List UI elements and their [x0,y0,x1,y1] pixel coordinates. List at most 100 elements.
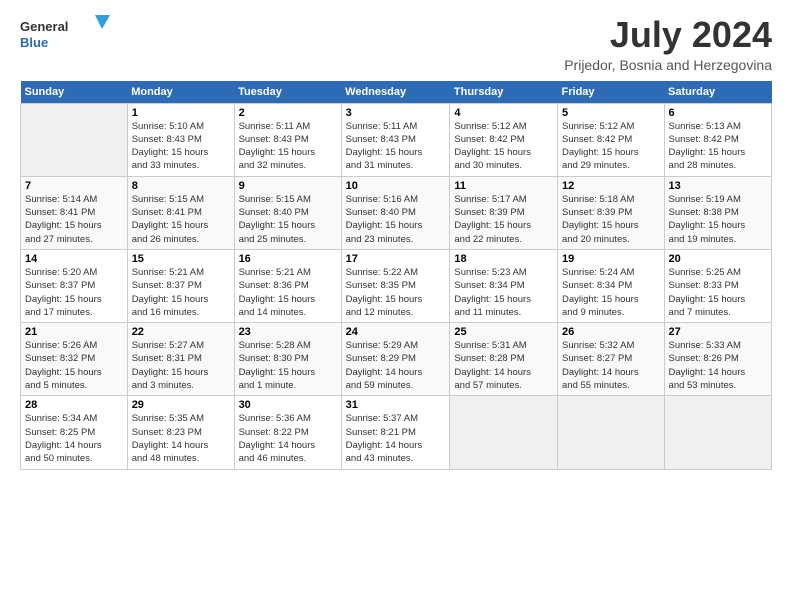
col-thursday: Thursday [450,81,558,104]
col-sunday: Sunday [21,81,128,104]
day-number: 27 [669,326,767,338]
week-row-5: 28Sunrise: 5:34 AMSunset: 8:25 PMDayligh… [21,396,772,469]
day-number: 20 [669,253,767,265]
day-info: Sunrise: 5:10 AMSunset: 8:43 PMDaylight:… [132,120,230,173]
month-title: July 2024 [564,15,772,55]
table-row: 21Sunrise: 5:26 AMSunset: 8:32 PMDayligh… [21,323,128,396]
week-row-3: 14Sunrise: 5:20 AMSunset: 8:37 PMDayligh… [21,249,772,322]
day-info: Sunrise: 5:23 AMSunset: 8:34 PMDaylight:… [454,266,553,319]
day-info: Sunrise: 5:11 AMSunset: 8:43 PMDaylight:… [239,120,337,173]
day-number: 25 [454,326,553,338]
day-info: Sunrise: 5:31 AMSunset: 8:28 PMDaylight:… [454,339,553,392]
day-number: 16 [239,253,337,265]
header-row: Sunday Monday Tuesday Wednesday Thursday… [21,81,772,104]
day-info: Sunrise: 5:12 AMSunset: 8:42 PMDaylight:… [562,120,660,173]
col-friday: Friday [558,81,665,104]
day-info: Sunrise: 5:32 AMSunset: 8:27 PMDaylight:… [562,339,660,392]
table-row: 10Sunrise: 5:16 AMSunset: 8:40 PMDayligh… [341,176,450,249]
day-number: 29 [132,399,230,411]
day-number: 18 [454,253,553,265]
col-wednesday: Wednesday [341,81,450,104]
day-number: 1 [132,107,230,119]
day-number: 5 [562,107,660,119]
day-number: 23 [239,326,337,338]
day-number: 28 [25,399,123,411]
day-info: Sunrise: 5:27 AMSunset: 8:31 PMDaylight:… [132,339,230,392]
week-row-2: 7Sunrise: 5:14 AMSunset: 8:41 PMDaylight… [21,176,772,249]
day-number: 22 [132,326,230,338]
day-info: Sunrise: 5:36 AMSunset: 8:22 PMDaylight:… [239,412,337,465]
table-row: 23Sunrise: 5:28 AMSunset: 8:30 PMDayligh… [234,323,341,396]
day-info: Sunrise: 5:25 AMSunset: 8:33 PMDaylight:… [669,266,767,319]
calendar-table: Sunday Monday Tuesday Wednesday Thursday… [20,81,772,470]
day-number: 2 [239,107,337,119]
day-number: 11 [454,180,553,192]
table-row: 14Sunrise: 5:20 AMSunset: 8:37 PMDayligh… [21,249,128,322]
col-tuesday: Tuesday [234,81,341,104]
day-info: Sunrise: 5:21 AMSunset: 8:36 PMDaylight:… [239,266,337,319]
table-row: 7Sunrise: 5:14 AMSunset: 8:41 PMDaylight… [21,176,128,249]
table-row: 17Sunrise: 5:22 AMSunset: 8:35 PMDayligh… [341,249,450,322]
day-number: 8 [132,180,230,192]
day-number: 21 [25,326,123,338]
day-number: 24 [346,326,446,338]
table-row: 15Sunrise: 5:21 AMSunset: 8:37 PMDayligh… [127,249,234,322]
table-row: 19Sunrise: 5:24 AMSunset: 8:34 PMDayligh… [558,249,665,322]
table-row: 5Sunrise: 5:12 AMSunset: 8:42 PMDaylight… [558,103,665,176]
day-info: Sunrise: 5:24 AMSunset: 8:34 PMDaylight:… [562,266,660,319]
day-number: 7 [25,180,123,192]
day-info: Sunrise: 5:19 AMSunset: 8:38 PMDaylight:… [669,193,767,246]
day-info: Sunrise: 5:17 AMSunset: 8:39 PMDaylight:… [454,193,553,246]
day-info: Sunrise: 5:12 AMSunset: 8:42 PMDaylight:… [454,120,553,173]
day-info: Sunrise: 5:37 AMSunset: 8:21 PMDaylight:… [346,412,446,465]
table-row: 25Sunrise: 5:31 AMSunset: 8:28 PMDayligh… [450,323,558,396]
table-row: 18Sunrise: 5:23 AMSunset: 8:34 PMDayligh… [450,249,558,322]
day-number: 4 [454,107,553,119]
day-info: Sunrise: 5:11 AMSunset: 8:43 PMDaylight:… [346,120,446,173]
table-row [664,396,771,469]
table-row: 12Sunrise: 5:18 AMSunset: 8:39 PMDayligh… [558,176,665,249]
day-number: 12 [562,180,660,192]
day-number: 6 [669,107,767,119]
table-row: 8Sunrise: 5:15 AMSunset: 8:41 PMDaylight… [127,176,234,249]
day-info: Sunrise: 5:22 AMSunset: 8:35 PMDaylight:… [346,266,446,319]
table-row: 4Sunrise: 5:12 AMSunset: 8:42 PMDaylight… [450,103,558,176]
day-info: Sunrise: 5:34 AMSunset: 8:25 PMDaylight:… [25,412,123,465]
svg-text:General: General [20,19,68,34]
day-info: Sunrise: 5:35 AMSunset: 8:23 PMDaylight:… [132,412,230,465]
table-row: 1Sunrise: 5:10 AMSunset: 8:43 PMDaylight… [127,103,234,176]
table-row: 3Sunrise: 5:11 AMSunset: 8:43 PMDaylight… [341,103,450,176]
week-row-4: 21Sunrise: 5:26 AMSunset: 8:32 PMDayligh… [21,323,772,396]
table-row: 22Sunrise: 5:27 AMSunset: 8:31 PMDayligh… [127,323,234,396]
svg-text:Blue: Blue [20,35,48,50]
day-number: 30 [239,399,337,411]
day-info: Sunrise: 5:15 AMSunset: 8:41 PMDaylight:… [132,193,230,246]
col-monday: Monday [127,81,234,104]
day-number: 31 [346,399,446,411]
day-info: Sunrise: 5:28 AMSunset: 8:30 PMDaylight:… [239,339,337,392]
table-row: 13Sunrise: 5:19 AMSunset: 8:38 PMDayligh… [664,176,771,249]
day-info: Sunrise: 5:33 AMSunset: 8:26 PMDaylight:… [669,339,767,392]
table-row: 20Sunrise: 5:25 AMSunset: 8:33 PMDayligh… [664,249,771,322]
logo-svg: General Blue [20,15,110,57]
title-area: July 2024 Prijedor, Bosnia and Herzegovi… [564,15,772,73]
day-number: 3 [346,107,446,119]
day-number: 13 [669,180,767,192]
day-info: Sunrise: 5:13 AMSunset: 8:42 PMDaylight:… [669,120,767,173]
day-number: 17 [346,253,446,265]
day-number: 19 [562,253,660,265]
location-title: Prijedor, Bosnia and Herzegovina [564,57,772,73]
day-info: Sunrise: 5:14 AMSunset: 8:41 PMDaylight:… [25,193,123,246]
day-info: Sunrise: 5:18 AMSunset: 8:39 PMDaylight:… [562,193,660,246]
table-row: 24Sunrise: 5:29 AMSunset: 8:29 PMDayligh… [341,323,450,396]
table-row: 31Sunrise: 5:37 AMSunset: 8:21 PMDayligh… [341,396,450,469]
day-number: 10 [346,180,446,192]
table-row: 2Sunrise: 5:11 AMSunset: 8:43 PMDaylight… [234,103,341,176]
day-number: 15 [132,253,230,265]
day-info: Sunrise: 5:16 AMSunset: 8:40 PMDaylight:… [346,193,446,246]
table-row: 27Sunrise: 5:33 AMSunset: 8:26 PMDayligh… [664,323,771,396]
day-info: Sunrise: 5:26 AMSunset: 8:32 PMDaylight:… [25,339,123,392]
week-row-1: 1Sunrise: 5:10 AMSunset: 8:43 PMDaylight… [21,103,772,176]
table-row: 9Sunrise: 5:15 AMSunset: 8:40 PMDaylight… [234,176,341,249]
table-row [21,103,128,176]
